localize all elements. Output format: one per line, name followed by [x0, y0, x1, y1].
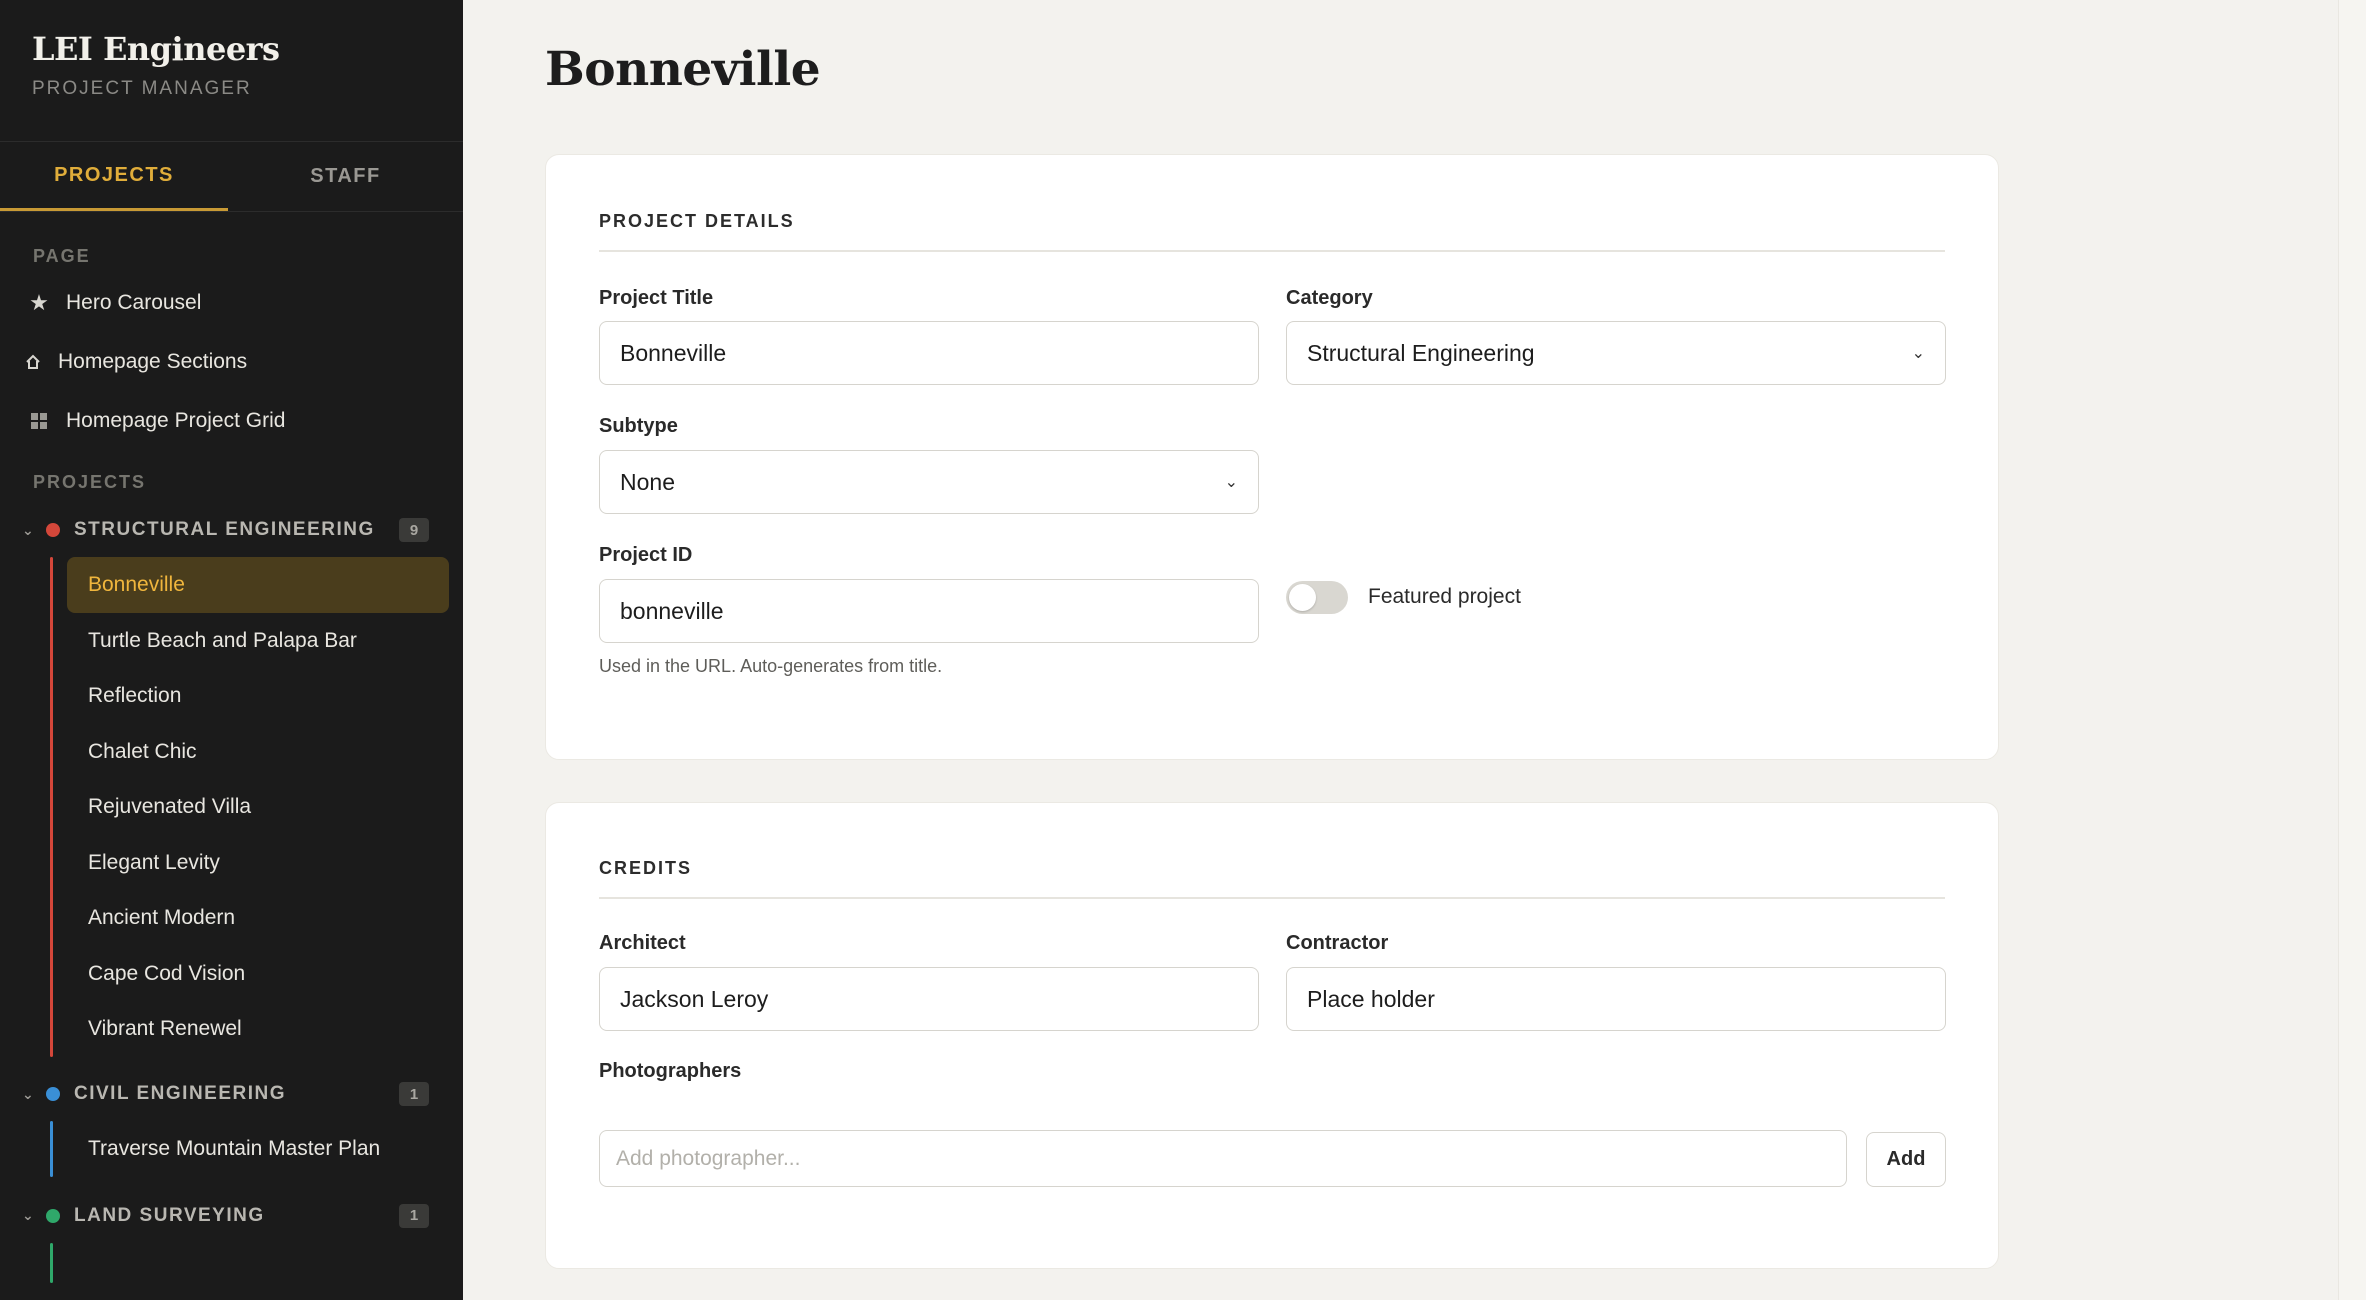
sidebar-item-label: Homepage Project Grid	[66, 408, 286, 432]
tab-projects[interactable]: PROJECTS	[0, 142, 228, 211]
photographer-input[interactable]: Add photographer...	[599, 1130, 1847, 1187]
divider	[599, 250, 1945, 252]
status-dot	[46, 1087, 60, 1101]
home-icon	[22, 354, 44, 370]
sidebar-item-label: Homepage Sections	[58, 349, 248, 373]
sidebar: LEI Engineers PROJECT MANAGER PROJECTS S…	[0, 0, 463, 1300]
sidebar-item-homepage-project-grid[interactable]: Homepage Project Grid	[0, 391, 463, 450]
divider	[599, 897, 1945, 899]
project-details-card: PROJECT DETAILS Project Title Bonneville…	[545, 154, 1999, 760]
toggle-knob	[1289, 584, 1316, 611]
project-id-label: Project ID	[599, 544, 693, 566]
subtype-select[interactable]: None ⌄	[599, 450, 1259, 514]
list-item[interactable]: Chalet Chic	[50, 724, 463, 780]
section-title: PROJECT DETAILS	[599, 211, 795, 231]
group-label: LAND SURVEYING	[74, 1204, 265, 1226]
list-item[interactable]: Cape Cod Vision	[50, 946, 463, 1002]
contractor-label: Contractor	[1286, 932, 1389, 954]
group-count-badge: 1	[399, 1082, 429, 1106]
list-item[interactable]: Vibrant Renewel	[50, 1002, 463, 1058]
chevron-down-icon: ⌄	[22, 1207, 36, 1223]
project-title-input[interactable]: Bonneville	[599, 321, 1259, 385]
input-placeholder: Add photographer...	[616, 1146, 801, 1170]
brand-title: LEI Engineers	[32, 30, 280, 68]
tab-staff[interactable]: STAFF	[228, 142, 463, 211]
group-structural-engineering[interactable]: ⌄ STRUCTURAL ENGINEERING 9	[0, 503, 463, 557]
input-value: Place holder	[1307, 985, 1435, 1012]
category-label: Category	[1286, 287, 1373, 309]
architect-label: Architect	[599, 932, 686, 954]
photographers-label: Photographers	[599, 1060, 742, 1082]
contractor-input[interactable]: Place holder	[1286, 967, 1946, 1031]
input-value: bonneville	[620, 597, 724, 624]
scrollbar-track[interactable]	[2338, 0, 2366, 1300]
chevron-down-icon: ⌄	[1911, 345, 1925, 362]
project-title-label: Project Title	[599, 287, 714, 309]
list-item[interactable]: Traverse Mountain Master Plan	[50, 1121, 463, 1177]
grid-icon	[26, 412, 52, 430]
select-value: Structural Engineering	[1307, 339, 1535, 366]
input-value: Jackson Leroy	[620, 985, 769, 1012]
project-id-hint: Used in the URL. Auto-generates from tit…	[599, 656, 943, 676]
select-value: None	[620, 468, 675, 495]
list-item[interactable]: Reflection	[50, 669, 463, 725]
project-id-input[interactable]: bonneville	[599, 579, 1259, 643]
list-item[interactable]: Ancient Modern	[50, 891, 463, 947]
group-list-civil: Traverse Mountain Master Plan	[50, 1121, 463, 1177]
sidebar-item-label: Hero Carousel	[66, 290, 202, 314]
architect-input[interactable]: Jackson Leroy	[599, 967, 1259, 1031]
sidebar-item-homepage-sections[interactable]: Homepage Sections	[0, 332, 463, 391]
projects-section-label: PROJECTS	[33, 472, 147, 492]
section-title: CREDITS	[599, 858, 693, 878]
add-photographer-button[interactable]: Add	[1866, 1132, 1946, 1187]
featured-label: Featured project	[1368, 585, 1521, 608]
credits-card: CREDITS Architect Jackson Leroy Contract…	[545, 802, 1999, 1269]
featured-toggle[interactable]	[1286, 581, 1348, 614]
group-count-badge: 1	[399, 1203, 429, 1228]
group-civil-engineering[interactable]: ⌄ CIVIL ENGINEERING 1	[0, 1067, 463, 1121]
page-section-label: PAGE	[33, 246, 91, 266]
input-value: Bonneville	[620, 339, 727, 366]
group-label: STRUCTURAL ENGINEERING	[74, 519, 375, 540]
list-item[interactable]: Turtle Beach and Palapa Bar	[50, 613, 463, 669]
group-list-land	[50, 1242, 463, 1283]
group-count-badge: 9	[399, 518, 429, 542]
sidebar-item-hero-carousel[interactable]: ★ Hero Carousel	[0, 273, 463, 332]
list-item[interactable]: Elegant Levity	[50, 835, 463, 891]
group-list-structural: Bonneville Turtle Beach and Palapa Bar R…	[50, 557, 463, 1057]
list-item-active[interactable]: Bonneville	[67, 557, 449, 613]
subtype-label: Subtype	[599, 415, 678, 437]
chevron-down-icon: ⌄	[1224, 474, 1238, 491]
sidebar-tabs: PROJECTS STAFF	[0, 142, 463, 212]
brand: LEI Engineers PROJECT MANAGER	[0, 0, 463, 142]
group-label: CIVIL ENGINEERING	[74, 1083, 287, 1104]
status-dot	[46, 1208, 60, 1223]
list-item[interactable]: Rejuvenated Villa	[50, 780, 463, 836]
chevron-down-icon: ⌄	[22, 1085, 36, 1102]
star-icon: ★	[29, 289, 49, 315]
main-content: Bonneville PROJECT DETAILS Project Title…	[463, 0, 2366, 1300]
chevron-down-icon: ⌄	[22, 521, 36, 538]
page-title: Bonneville	[545, 42, 821, 97]
brand-subtitle: PROJECT MANAGER	[32, 78, 252, 99]
status-dot	[46, 523, 60, 537]
group-land-surveying[interactable]: ⌄ LAND SURVEYING 1	[0, 1189, 463, 1243]
category-select[interactable]: Structural Engineering ⌄	[1286, 321, 1946, 385]
